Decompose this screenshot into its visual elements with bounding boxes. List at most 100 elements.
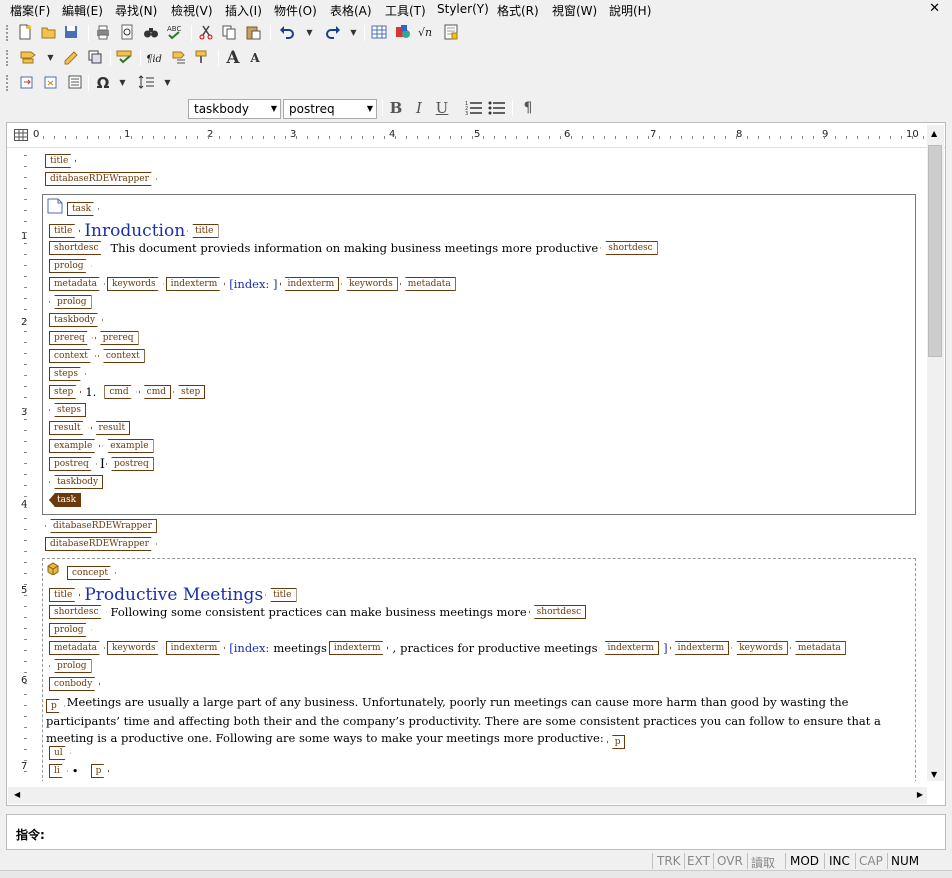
element-tag-start[interactable]: shortdesc (49, 605, 107, 619)
redo-icon[interactable] (324, 24, 342, 42)
element-tag-end[interactable]: title (187, 224, 219, 238)
element-tag-start[interactable]: ul (49, 746, 71, 760)
insert-equation-icon[interactable]: √n (418, 24, 436, 42)
insert-element-icon[interactable] (20, 49, 38, 67)
cut-icon[interactable] (197, 24, 215, 42)
insert-list-icon[interactable] (66, 74, 84, 92)
toolbar-grip[interactable] (6, 75, 9, 91)
new-document-icon[interactable] (16, 24, 34, 42)
element-tag-start[interactable]: step (49, 385, 81, 399)
element-tag-end[interactable]: prereq (94, 331, 139, 345)
toolbar-grip[interactable] (6, 25, 9, 41)
element-list-icon[interactable] (170, 49, 188, 67)
style-combo[interactable]: postreq ▼ (283, 99, 377, 119)
element-tag-start[interactable]: indexterm (329, 641, 389, 655)
element-tag-start[interactable]: steps (49, 367, 86, 381)
element-tag-start[interactable]: taskbody (49, 313, 103, 327)
element-tag-start[interactable]: context (49, 349, 96, 363)
print-preview-icon[interactable] (118, 24, 136, 42)
element-tag-end[interactable]: indexterm (669, 641, 730, 655)
index-term[interactable]: practices for productive meetings (400, 641, 597, 655)
element-tag-end[interactable]: steps (49, 403, 86, 417)
index-term[interactable]: meetings (273, 641, 327, 655)
element-tag-start[interactable]: keywords (107, 277, 164, 291)
close-document-icon[interactable]: ✕ (929, 1, 940, 16)
element-tag-start[interactable]: conbody (49, 677, 100, 691)
element-tag-start[interactable]: prereq (49, 331, 93, 345)
vertical-scrollbar[interactable]: ▲ ▼ (927, 125, 944, 781)
scrollbar-thumb[interactable] (928, 145, 942, 357)
menu-file[interactable]: 檔案(F) (10, 2, 50, 19)
document-body[interactable]: title ditabaseRDEWrapper task title Inro… (34, 149, 926, 781)
element-tag-start[interactable]: li (49, 764, 68, 778)
insert-symbol-icon[interactable]: Ω (94, 74, 112, 92)
element-tag-end[interactable]: metadata (399, 277, 456, 291)
increase-font-icon[interactable]: A (224, 49, 242, 67)
save-icon[interactable] (62, 24, 80, 42)
element-tag-end[interactable]: keywords (341, 277, 398, 291)
undo-icon[interactable] (278, 24, 296, 42)
document-map-icon[interactable] (442, 24, 460, 42)
scroll-up-icon[interactable]: ▲ (931, 129, 937, 138)
command-bar[interactable]: 指令: (6, 814, 946, 850)
element-tag-start[interactable]: prolog (49, 623, 92, 637)
element-tag-end[interactable]: taskbody (49, 475, 104, 489)
element-tag-start[interactable]: title (49, 588, 80, 602)
element-tag-start[interactable]: p (91, 764, 110, 778)
insert-id-icon[interactable]: ¶id (146, 49, 164, 67)
element-tag-start[interactable]: ditabaseRDEWrapper (45, 537, 157, 551)
element-tag-start[interactable]: keywords (107, 641, 164, 655)
change-element-icon[interactable] (62, 49, 80, 67)
underline-button[interactable]: U (433, 99, 451, 117)
element-combo[interactable]: taskbody ▼ (188, 99, 281, 119)
line-spacing-dropdown-icon[interactable]: ▼ (163, 74, 172, 92)
italic-button[interactable]: I (410, 99, 428, 117)
menu-tools[interactable]: 工具(T) (385, 2, 426, 19)
table-grid-icon[interactable] (14, 129, 28, 144)
menu-view[interactable]: 檢視(V) (171, 2, 213, 19)
element-tag-end[interactable]: shortdesc (528, 605, 587, 619)
task-shortdesc[interactable]: This document provieds information on ma… (111, 241, 599, 255)
menu-styler[interactable]: Styler(Y) (437, 2, 489, 16)
element-tag-start[interactable]: postreq (49, 457, 97, 471)
task-title[interactable]: Inroduction (84, 221, 185, 241)
horizontal-scrollbar[interactable]: ◀ ▶ (8, 787, 927, 804)
paste-icon[interactable] (244, 24, 262, 42)
element-tag-end[interactable]: title (265, 588, 297, 602)
spell-check-icon[interactable]: ABC (166, 24, 184, 42)
table-icon[interactable] (370, 24, 388, 42)
element-tag-start[interactable]: task (67, 202, 99, 216)
numbered-list-icon[interactable]: 123 (465, 99, 483, 117)
menu-edit[interactable]: 編輯(E) (62, 2, 103, 19)
element-tag-start[interactable]: title (45, 154, 76, 168)
element-tag-end[interactable]: p (606, 735, 626, 749)
element-tag-end[interactable]: shortdesc (600, 241, 658, 255)
element-tag-start[interactable]: prolog (49, 259, 92, 273)
element-tag-start[interactable]: metadata (49, 277, 105, 291)
element-tag-end[interactable]: ditabaseRDEWrapper (45, 519, 157, 533)
element-tag-end[interactable]: example (102, 439, 154, 453)
element-tag-start[interactable]: title (49, 224, 80, 238)
menu-table[interactable]: 表格(A) (330, 2, 372, 19)
element-tag-start[interactable]: concept (67, 566, 116, 580)
element-tag-end[interactable]: step (173, 385, 206, 399)
bulleted-list-icon[interactable] (488, 99, 506, 117)
bold-button[interactable]: B (387, 99, 405, 117)
element-tag-start[interactable]: indexterm (166, 641, 226, 655)
element-tag-start[interactable]: p (46, 699, 65, 713)
menu-window[interactable]: 視窗(W) (552, 2, 597, 19)
element-tag-start[interactable]: shortdesc (49, 241, 107, 255)
menu-object[interactable]: 物件(O) (274, 2, 317, 19)
print-icon[interactable] (94, 24, 112, 42)
element-tag-end[interactable]: cmd (138, 385, 171, 399)
element-tag-start[interactable]: result (49, 421, 89, 435)
undo-dropdown-icon[interactable]: ▼ (305, 24, 314, 42)
insert-xref-icon[interactable] (18, 74, 36, 92)
element-tag-end[interactable]: indexterm (279, 277, 340, 291)
element-tag-end[interactable]: keywords (731, 641, 788, 655)
menu-help[interactable]: 說明(H) (609, 2, 651, 19)
toolbar-grip[interactable] (6, 50, 9, 66)
element-tag-end[interactable]: prolog (49, 295, 92, 309)
insert-symbol-dropdown-icon[interactable]: ▼ (118, 74, 127, 92)
element-tag-start[interactable]: example (49, 439, 100, 453)
